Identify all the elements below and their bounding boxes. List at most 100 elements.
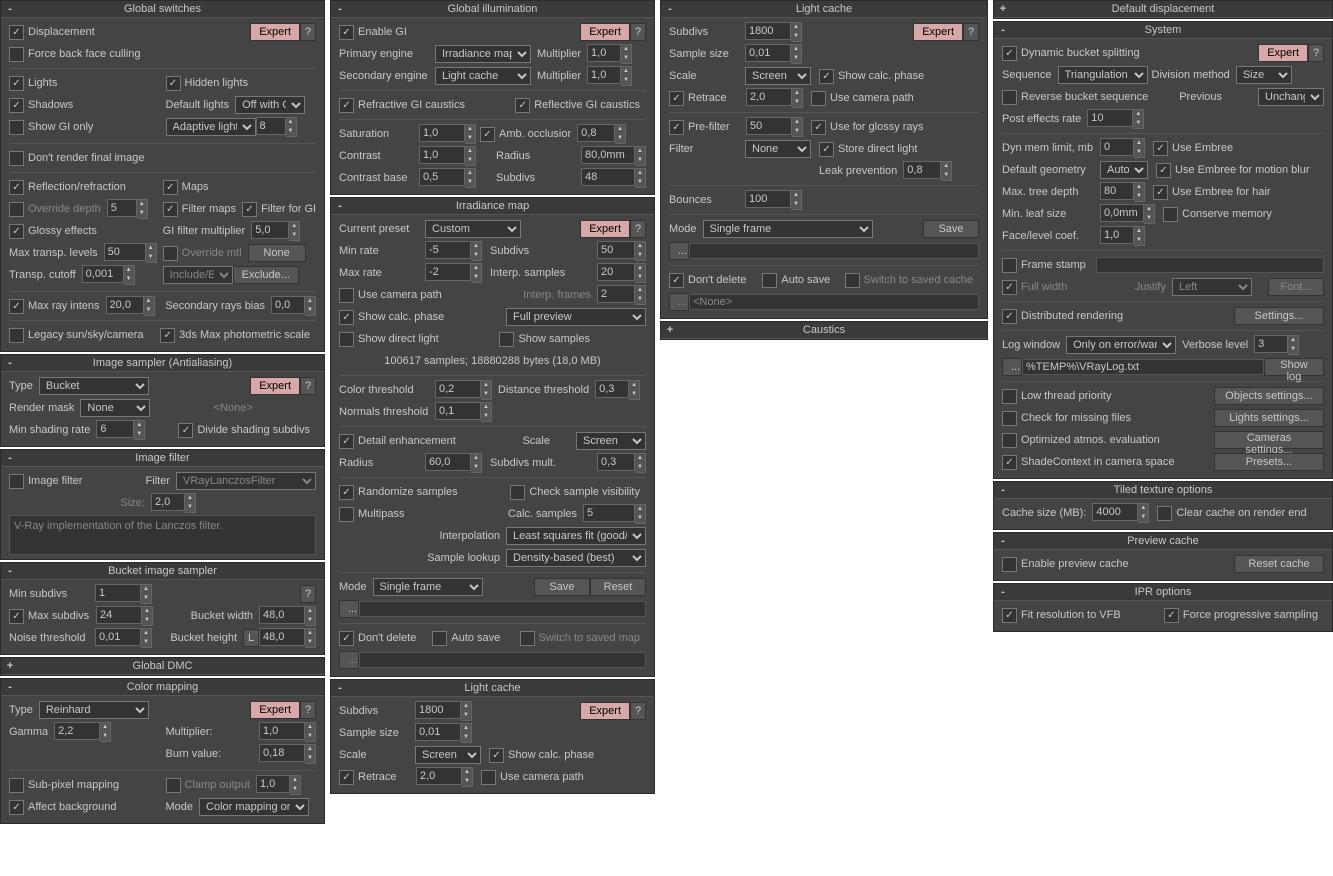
path-field[interactable] xyxy=(359,601,646,617)
sgionly-checkbox[interactable] xyxy=(9,120,24,135)
filter-select[interactable]: None xyxy=(745,140,811,158)
burn-num[interactable] xyxy=(259,744,305,762)
bounces-num[interactable] xyxy=(745,190,791,208)
help-button[interactable]: ? xyxy=(300,377,316,395)
help-button[interactable]: ? xyxy=(300,585,316,603)
de-checkbox[interactable] xyxy=(339,434,354,449)
ccre-checkbox[interactable] xyxy=(1157,506,1172,521)
if-checkbox[interactable] xyxy=(9,474,24,489)
mp-checkbox[interactable] xyxy=(339,507,354,522)
cmem-checkbox[interactable] xyxy=(1163,207,1178,222)
msr-num[interactable] xyxy=(96,420,134,438)
lights-settings-button[interactable]: Lights settings... xyxy=(1214,409,1324,427)
flc-num[interactable] xyxy=(1100,226,1134,244)
spm-checkbox[interactable] xyxy=(9,778,24,793)
expand-icon[interactable]: + xyxy=(3,658,17,674)
prev-select[interactable]: Unchange xyxy=(1258,88,1324,106)
as-checkbox[interactable] xyxy=(432,631,447,646)
ugr-checkbox[interactable] xyxy=(811,120,826,135)
ss-num[interactable] xyxy=(745,44,791,62)
dm-select[interactable]: Size xyxy=(1236,66,1292,84)
maxs-num[interactable] xyxy=(96,606,142,624)
expert-button[interactable]: Expert xyxy=(580,702,630,720)
dg-select[interactable]: Auto xyxy=(1100,161,1148,179)
interp-select[interactable]: Least squares fit (good/sm xyxy=(506,527,646,545)
rbs-checkbox[interactable] xyxy=(1002,90,1017,105)
ltp-checkbox[interactable] xyxy=(1002,389,1017,404)
pf-num[interactable] xyxy=(746,117,792,135)
collapse-icon[interactable]: - xyxy=(3,355,17,371)
epc-checkbox[interactable] xyxy=(1002,557,1017,572)
per-num[interactable] xyxy=(1087,109,1133,127)
fbfc-checkbox[interactable] xyxy=(9,47,24,62)
fps-checkbox[interactable] xyxy=(1164,608,1179,623)
help-button[interactable]: ? xyxy=(963,23,979,41)
rmask-select[interactable]: None xyxy=(80,399,150,417)
expert-button[interactable]: Expert xyxy=(250,377,300,395)
glossy-checkbox[interactable] xyxy=(9,224,24,239)
help-button[interactable]: ? xyxy=(300,23,316,41)
expand-icon[interactable]: + xyxy=(663,322,677,338)
expert-button[interactable]: Expert xyxy=(250,23,300,41)
pe-mult[interactable] xyxy=(587,44,621,62)
legacy-checkbox[interactable] xyxy=(9,328,24,343)
ucp-checkbox[interactable] xyxy=(339,288,354,303)
sat-num[interactable] xyxy=(419,124,465,142)
scale-select[interactable]: Screen xyxy=(415,746,481,764)
bw-num[interactable] xyxy=(259,606,305,624)
help-button[interactable]: ? xyxy=(300,701,316,719)
dt-num[interactable] xyxy=(595,380,629,398)
collapse-icon[interactable]: - xyxy=(333,680,347,696)
mult-num[interactable] xyxy=(259,722,305,740)
reflc-checkbox[interactable] xyxy=(515,98,530,113)
ct-num[interactable] xyxy=(435,380,481,398)
obj-settings-button[interactable]: Objects settings... xyxy=(1214,387,1324,405)
ss-num[interactable] xyxy=(415,723,461,741)
cb-num[interactable] xyxy=(419,168,465,186)
reset-button[interactable]: Reset xyxy=(590,578,646,596)
browse-button[interactable]: ... xyxy=(669,242,689,260)
exclude-button[interactable]: Exclude... xyxy=(233,266,299,284)
collapse-icon[interactable]: - xyxy=(333,1,347,17)
ovmtl-checkbox[interactable] xyxy=(163,246,178,261)
dss-checkbox[interactable] xyxy=(178,423,193,438)
collapse-icon[interactable]: - xyxy=(3,450,17,466)
scp-checkbox[interactable] xyxy=(819,69,834,84)
scics-checkbox[interactable] xyxy=(1002,455,1017,470)
se-mult[interactable] xyxy=(587,66,621,84)
lock-button[interactable]: L xyxy=(243,629,259,647)
collapse-icon[interactable]: - xyxy=(663,1,677,17)
cam-settings-button[interactable]: Cameras settings... xyxy=(1214,431,1324,449)
frv-checkbox[interactable] xyxy=(1002,608,1017,623)
expert-button[interactable]: Expert xyxy=(913,23,963,41)
vl-num[interactable] xyxy=(1254,335,1288,353)
sub-num[interactable] xyxy=(597,241,635,259)
maxs-checkbox[interactable] xyxy=(9,609,24,624)
nt-num[interactable] xyxy=(95,628,141,646)
expert-button[interactable]: Expert xyxy=(580,220,630,238)
lp-num[interactable] xyxy=(903,161,941,179)
sub-num[interactable] xyxy=(581,168,635,186)
save-button[interactable]: Save xyxy=(534,578,590,596)
expert-button[interactable]: Expert xyxy=(580,23,630,41)
mri-checkbox[interactable] xyxy=(9,299,24,314)
rad-num[interactable] xyxy=(581,146,635,164)
dml-num[interactable] xyxy=(1100,138,1134,156)
scp-checkbox[interactable] xyxy=(339,310,354,325)
refc-checkbox[interactable] xyxy=(339,98,354,113)
pe-select[interactable]: Irradiance map xyxy=(435,45,531,63)
dd-checkbox[interactable] xyxy=(339,631,354,646)
log-browse-button[interactable]: ... xyxy=(1002,358,1022,376)
dr-settings-button[interactable]: Settings... xyxy=(1234,307,1324,325)
con-num[interactable] xyxy=(419,146,465,164)
cp-select[interactable]: Custom xyxy=(425,220,521,238)
sl-select[interactable]: Density-based (best) xyxy=(506,549,646,567)
sdl-checkbox[interactable] xyxy=(339,332,354,347)
mins-num[interactable] xyxy=(95,584,141,602)
sub-num[interactable] xyxy=(745,22,791,40)
retr-num[interactable] xyxy=(416,767,462,785)
enable-gi-checkbox[interactable] xyxy=(339,25,354,40)
fp-select[interactable]: Full preview xyxy=(506,308,646,326)
cm-type-select[interactable]: Reinhard xyxy=(39,701,149,719)
ue-checkbox[interactable] xyxy=(1153,141,1168,156)
